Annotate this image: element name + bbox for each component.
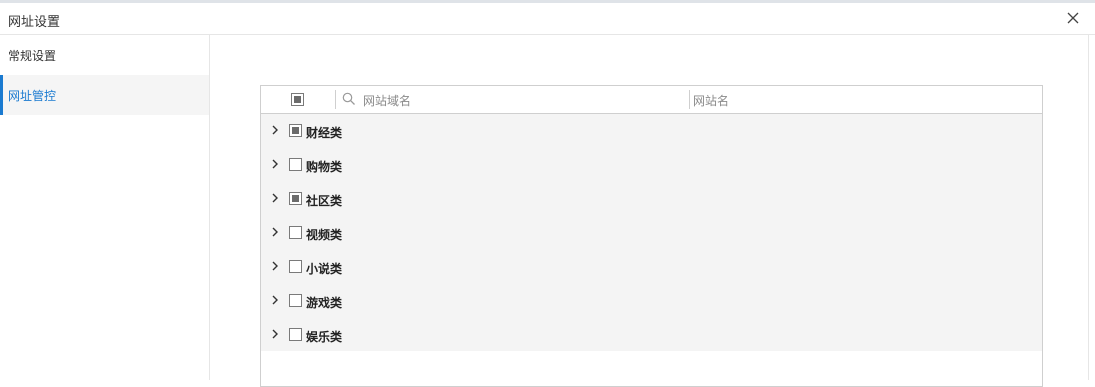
chevron-right-icon[interactable]	[271, 227, 279, 237]
sidebar-item-url-control[interactable]: 网址管控	[0, 75, 209, 115]
category-label: 娱乐类	[306, 330, 343, 344]
category-checkbox[interactable]	[289, 192, 302, 205]
category-row: 视频类	[261, 216, 1042, 250]
category-label: 小说类	[306, 262, 343, 276]
chevron-right-icon[interactable]	[271, 329, 279, 339]
category-label: 游戏类	[306, 296, 343, 310]
category-checkbox[interactable]	[289, 294, 302, 307]
window-title: 网址设置	[8, 15, 61, 30]
category-row: 社区类	[261, 182, 1042, 216]
sidebar-item-label: 网址管控	[8, 89, 57, 103]
close-icon	[1067, 12, 1079, 24]
category-checkbox[interactable]	[289, 260, 302, 273]
category-row: 购物类	[261, 148, 1042, 182]
sidebar-item-label: 常规设置	[8, 49, 57, 63]
table-header: 网站域名 网站名	[261, 86, 1042, 114]
chevron-right-icon[interactable]	[271, 295, 279, 305]
domain-search-input[interactable]: 网站域名	[363, 92, 411, 109]
chevron-right-icon[interactable]	[271, 159, 279, 169]
column-divider	[689, 90, 690, 109]
sidebar: 常规设置 网址管控	[0, 35, 210, 380]
chevron-right-icon[interactable]	[271, 261, 279, 271]
category-label: 财经类	[306, 126, 343, 140]
category-row: 娱乐类	[261, 318, 1042, 352]
column-divider	[335, 90, 336, 109]
right-edge	[1088, 35, 1095, 380]
chevron-right-icon[interactable]	[271, 125, 279, 135]
url-category-table: 网站域名 网站名 财经类 购物类 社区类 视频类 小说类 游戏类 娱乐类	[260, 85, 1043, 387]
checkbox-box	[291, 93, 304, 106]
category-label: 视频类	[306, 228, 343, 242]
category-row: 财经类	[261, 114, 1042, 148]
category-label: 社区类	[306, 194, 343, 208]
category-label: 购物类	[306, 160, 343, 174]
sidebar-item-general-settings[interactable]: 常规设置	[0, 35, 209, 75]
category-checkbox[interactable]	[289, 226, 302, 239]
category-row: 游戏类	[261, 284, 1042, 318]
category-checkbox[interactable]	[289, 158, 302, 171]
category-checkbox[interactable]	[289, 124, 302, 137]
chevron-right-icon[interactable]	[271, 193, 279, 203]
close-button[interactable]	[1065, 10, 1081, 26]
table-body: 财经类 购物类 社区类 视频类 小说类 游戏类 娱乐类	[261, 114, 1042, 351]
search-icon	[342, 92, 355, 105]
category-row: 小说类	[261, 250, 1042, 284]
category-checkbox[interactable]	[289, 328, 302, 341]
column-header-site-name: 网站名	[693, 94, 730, 108]
active-indicator	[0, 75, 3, 115]
title-bar: 网址设置	[0, 3, 1095, 35]
